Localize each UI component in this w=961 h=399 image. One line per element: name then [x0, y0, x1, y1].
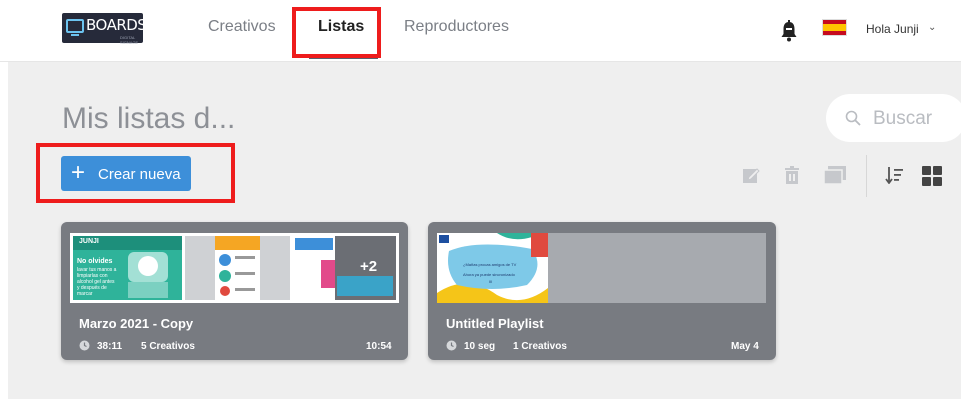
playlist-creatives-count: 5 Creativos — [141, 341, 195, 352]
thumb-text: JUNJI — [79, 238, 99, 245]
chevron-down-icon[interactable]: ⌄ — [928, 22, 936, 33]
search-icon — [845, 110, 861, 126]
thumb-text: ¿Mañas procas amigos de TV — [463, 262, 517, 267]
flag-stripe — [823, 24, 846, 31]
user-greeting[interactable]: Hola Junji — [866, 22, 919, 36]
trash-icon[interactable] — [784, 166, 800, 184]
logo-text: BOARDS — [86, 16, 147, 34]
thumbnail-strip: ¿Mañas procas amigos de TV Ahora ya pued… — [437, 233, 766, 303]
playlist-creatives-count: 1 Creativos — [513, 341, 567, 352]
grid-view-icon[interactable] — [922, 166, 942, 186]
clock-icon — [446, 340, 457, 351]
playlist-name: Marzo 2021 - Copy — [79, 316, 194, 331]
logo-subtext: DIGITAL SIGNAGE — [120, 35, 139, 45]
creative-thumbnail: +2 — [293, 236, 396, 300]
highlight-box-crear — [36, 143, 235, 203]
playlist-duration: 10 seg — [464, 341, 496, 352]
clock-icon — [79, 340, 90, 351]
thumb-text: Ahora ya puede sincronizado — [463, 272, 515, 277]
creative-thumbnail: ¿Mañas procas amigos de TV Ahora ya pued… — [437, 233, 548, 303]
playlist-card[interactable]: JUNJI No olvides lavar tus manos a limpi… — [61, 222, 408, 360]
nav-reproductores[interactable]: Reproductores — [404, 18, 509, 36]
playlist-card[interactable]: ¿Mañas procas amigos de TV Ahora ya pued… — [428, 222, 776, 360]
edit-icon[interactable] — [742, 166, 760, 184]
highlight-box-listas — [292, 7, 381, 58]
creative-thumbnail — [185, 236, 290, 300]
thumb-text: marcar — [77, 291, 93, 297]
copy-icon[interactable] — [824, 166, 846, 184]
monitor-stand — [71, 34, 79, 36]
playlist-date: 10:54 — [366, 341, 392, 352]
extra-creatives-count: +2 — [360, 258, 378, 275]
page-title: Mis listas d... — [62, 102, 236, 135]
search-input[interactable]: Buscar — [873, 108, 932, 130]
thumb-text: III — [489, 279, 493, 284]
thumbnail-strip: JUNJI No olvides lavar tus manos a limpi… — [70, 233, 399, 303]
thumb-text: No olvides — [77, 258, 113, 265]
playlist-duration: 38:11 — [97, 341, 123, 352]
nav-creativos[interactable]: Creativos — [208, 18, 276, 36]
spain-flag-icon[interactable] — [822, 19, 847, 36]
bell-icon[interactable] — [780, 20, 798, 42]
top-header: BOARDS DIGITAL SIGNAGE Creativos Listas … — [0, 0, 961, 62]
playlist-name: Untitled Playlist — [446, 316, 544, 331]
creative-thumbnail: JUNJI No olvides lavar tus manos a limpi… — [73, 236, 182, 300]
boards-logo[interactable]: BOARDS DIGITAL SIGNAGE — [62, 13, 147, 45]
sort-icon[interactable] — [885, 166, 903, 184]
playlist-date: May 4 — [731, 341, 759, 352]
monitor-icon — [66, 19, 84, 33]
toolbar-divider — [866, 155, 867, 197]
